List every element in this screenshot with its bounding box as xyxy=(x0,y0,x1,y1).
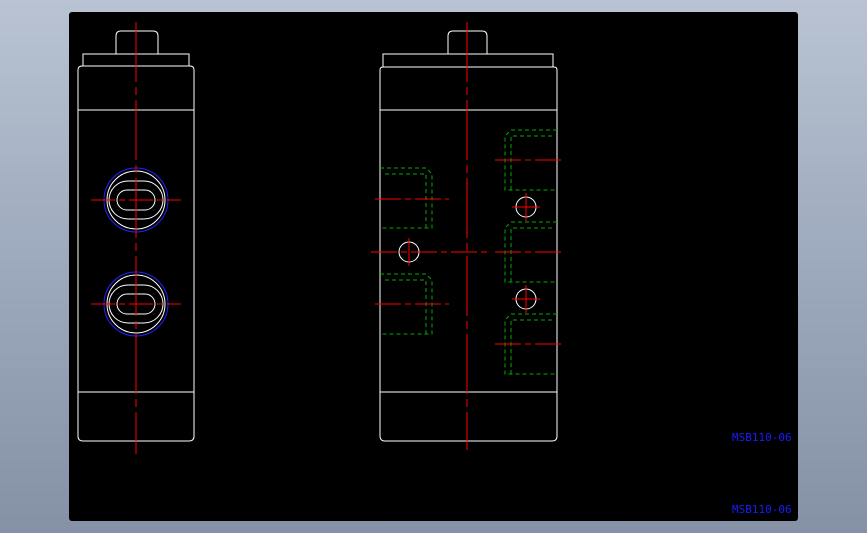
left-top-knob xyxy=(115,30,159,54)
right-bottom-band xyxy=(379,392,558,442)
technical-drawing xyxy=(77,22,563,454)
right-upper-band xyxy=(379,66,558,110)
cad-viewport[interactable]: MSB110-06 MSB110-06 xyxy=(69,12,798,521)
part-number-label: MSB110-06 xyxy=(732,431,792,444)
right-cap-plate xyxy=(382,53,554,68)
title-block-label: MSB110-06 xyxy=(732,503,792,516)
right-centerlines xyxy=(371,22,563,450)
right-view xyxy=(379,30,558,442)
hidden-port-left-upper xyxy=(380,167,433,229)
left-centerlines xyxy=(91,22,181,454)
right-main-body xyxy=(379,109,558,393)
